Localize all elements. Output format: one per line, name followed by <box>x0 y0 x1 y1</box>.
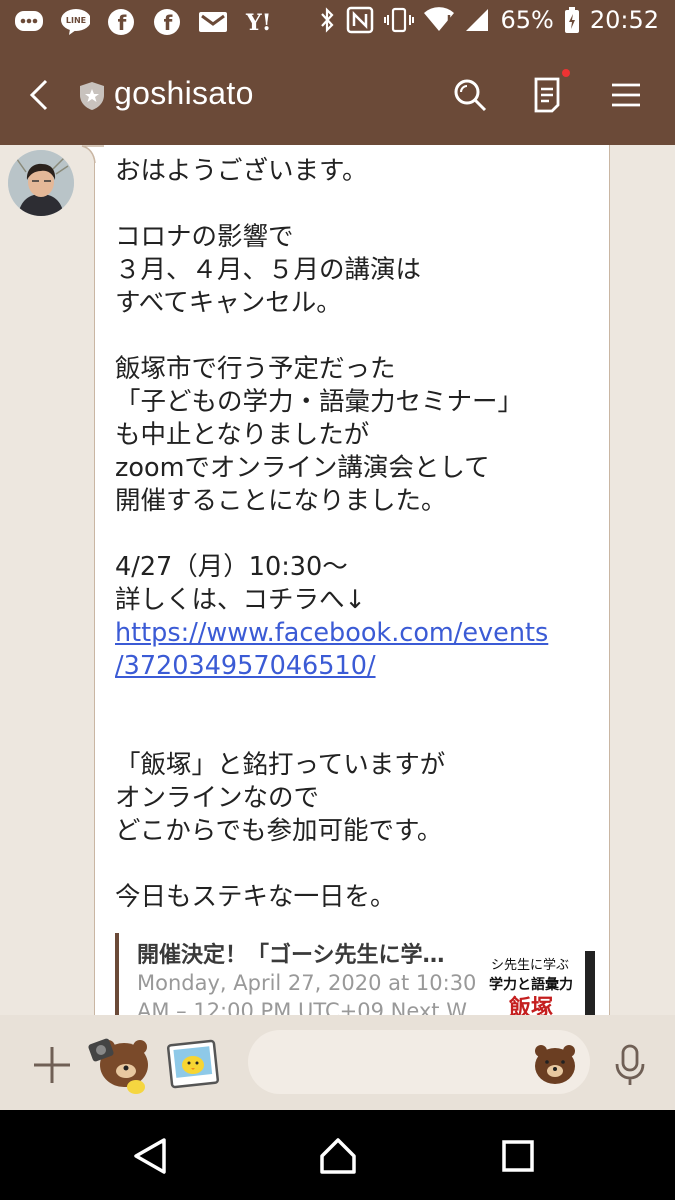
event-link[interactable]: /372034957046510/ <box>115 651 376 681</box>
preview-date: Monday, April 27, 2020 at 10:30 <box>137 971 477 995</box>
link-preview-card[interactable]: 開催決定！「ゴーシ先生に学… Monday, April 27, 2020 at… <box>115 933 599 1015</box>
message-line: おはようございます。 <box>115 156 368 186</box>
facebook-icon: f <box>106 8 136 36</box>
signal-icon <box>466 9 489 31</box>
message-line: 「飯塚」と銘打っていますが <box>115 750 446 780</box>
nav-recents-icon[interactable] <box>496 1134 540 1178</box>
svg-text:f: f <box>118 11 127 35</box>
chat-title: goshisato <box>114 75 254 111</box>
notification-icons: LINE f f Y! <box>14 8 274 36</box>
status-bar: LINE f f Y! 65% 20:52 <box>0 0 675 45</box>
line-icon: LINE <box>60 8 90 36</box>
sticker-picker-icon[interactable] <box>532 1041 578 1087</box>
android-navigation-bar <box>0 1110 675 1200</box>
chat-area[interactable]: おはようございます。 コロナの影響で ３月、４月、５月の講演は すべてキャンセル… <box>0 145 675 1015</box>
menu-icon[interactable] <box>606 75 646 115</box>
message-line: コロナの影響で <box>115 222 294 252</box>
message-bubble[interactable]: おはようございます。 コロナの影響で ３月、４月、５月の講演は すべてキャンセル… <box>94 145 610 1015</box>
system-indicators: 65% 20:52 <box>318 6 659 34</box>
message-input-bar <box>0 1015 675 1110</box>
nav-back-icon[interactable] <box>128 1134 172 1178</box>
gmail-icon <box>198 8 228 36</box>
clock: 20:52 <box>589 6 659 34</box>
wifi-icon <box>424 7 455 31</box>
camera-sticker-icon[interactable] <box>86 1029 152 1095</box>
message-line: すべてキャンセル。 <box>115 288 342 318</box>
nfc-icon <box>347 6 374 34</box>
facebook-icon: f <box>152 8 182 36</box>
search-icon[interactable] <box>450 75 490 115</box>
message-line: 今日もステキな一日を。 <box>115 882 396 912</box>
thumbnail-text: 学力と語彙力 <box>489 976 573 993</box>
photo-sticker-icon[interactable] <box>164 1035 222 1093</box>
notes-icon[interactable] <box>528 75 568 115</box>
battery-percent: 65% <box>500 6 554 34</box>
chat-header: goshisato <box>0 45 675 145</box>
message-text: おはようございます。 コロナの影響で ３月、４月、５月の講演は すべてキャンセル… <box>115 155 595 914</box>
svg-text:Y!: Y! <box>245 10 271 35</box>
message-line: 「子どもの学力・語彙力セミナー」 <box>115 387 524 417</box>
message-line: オンラインなので <box>115 783 320 813</box>
official-account-shield-icon <box>80 82 104 110</box>
bluetooth-icon <box>321 7 335 33</box>
svg-text:f: f <box>164 11 173 35</box>
chat-bubble-icon <box>14 8 44 36</box>
message-line: zoomでオンライン講演会として <box>115 453 490 483</box>
message-line: 詳しくは、コチラへ↓ <box>115 585 366 615</box>
plus-icon[interactable] <box>30 1043 74 1087</box>
thumbnail-text: 飯塚 <box>508 995 553 1015</box>
microphone-icon[interactable] <box>610 1043 650 1087</box>
unread-dot <box>562 69 570 77</box>
message-line: 4/27（月）10:30〜 <box>115 552 348 582</box>
message-line: ３月、４月、５月の講演は <box>115 255 422 285</box>
preview-thumbnail: シ先生に学ぶ 学力と語彙力 飯塚 <box>489 951 595 1015</box>
bubble-tail <box>81 145 104 163</box>
message-line: 飯塚市で行う予定だった <box>115 354 396 384</box>
message-line: も中止となりましたが <box>115 420 370 450</box>
nav-home-icon[interactable] <box>316 1134 360 1178</box>
message-line: どこからでも参加可能です。 <box>115 816 443 846</box>
vibrate-icon <box>384 7 415 33</box>
svg-text:LINE: LINE <box>66 16 86 25</box>
event-link[interactable]: https://www.facebook.com/events <box>115 618 548 648</box>
message-line: 開催することになりました。 <box>115 486 447 516</box>
avatar[interactable] <box>8 150 74 216</box>
yahoo-icon: Y! <box>244 8 274 36</box>
thumbnail-text: シ先生に学ぶ <box>491 957 569 973</box>
preview-title: 開催決定！「ゴーシ先生に学… <box>137 943 445 968</box>
back-icon[interactable] <box>22 75 58 115</box>
battery-charging-icon <box>564 7 579 33</box>
preview-time: AM – 12:00 PM UTC+09 Next W... <box>137 999 485 1015</box>
